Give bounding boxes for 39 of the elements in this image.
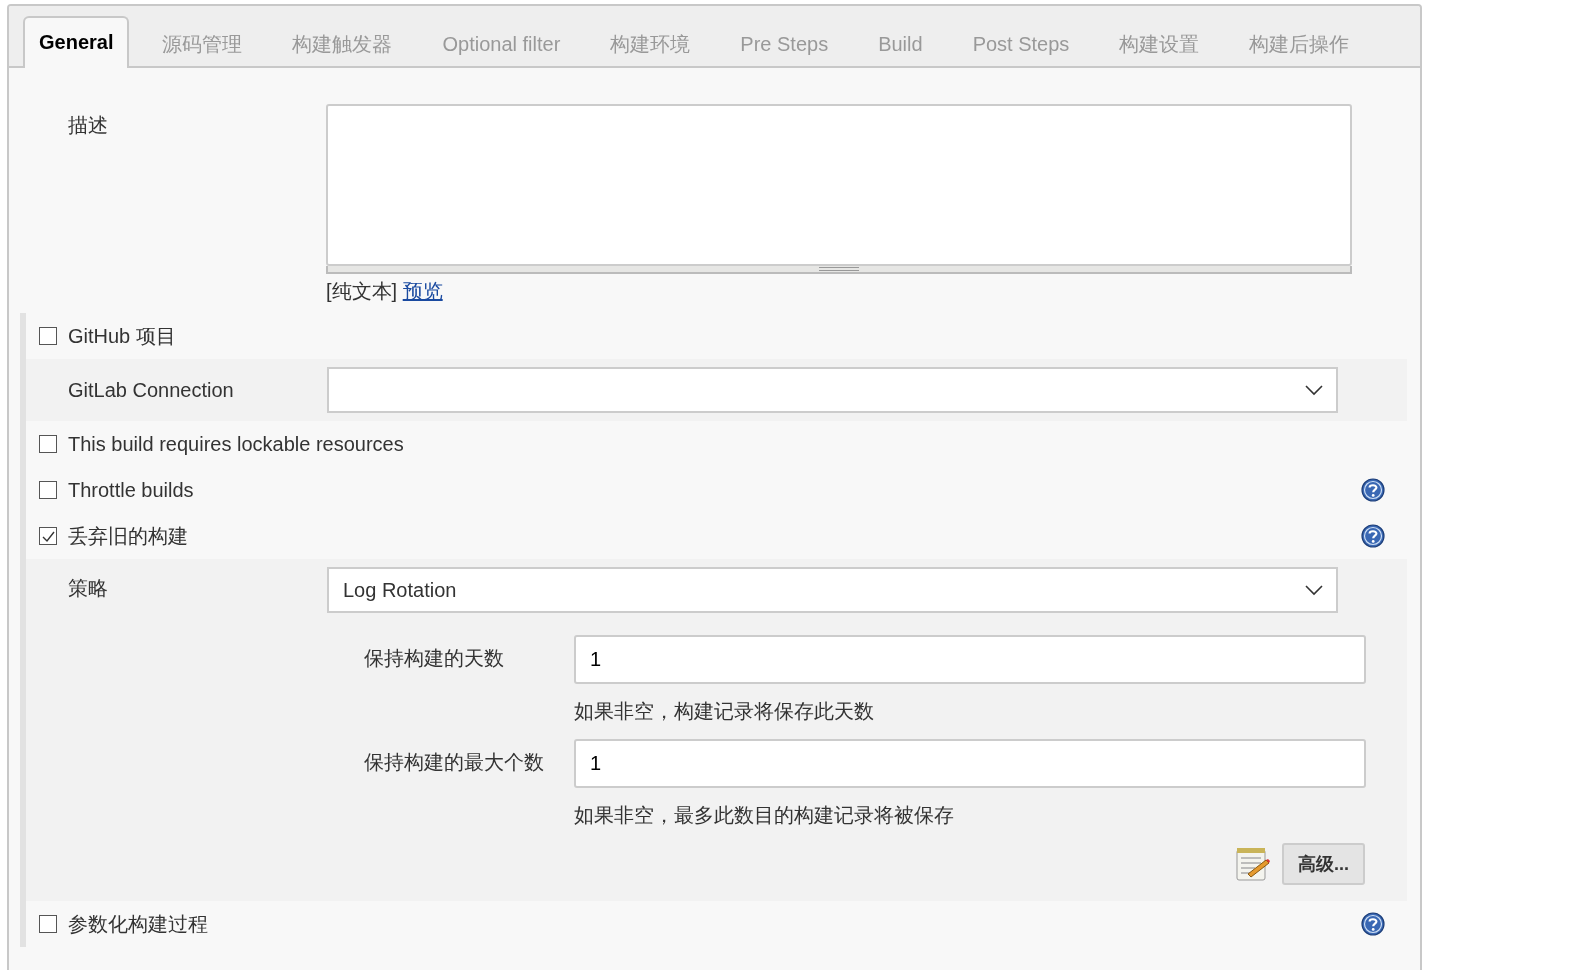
checkbox[interactable] (39, 915, 57, 933)
checkmark-icon (40, 529, 56, 543)
checkbox[interactable] (39, 327, 57, 345)
tab[interactable]: General (23, 16, 130, 68)
tab[interactable]: Build (853, 18, 948, 68)
advanced-button[interactable]: 高级... (1282, 843, 1365, 885)
checkbox-label: 丢弃旧的构建 (68, 523, 189, 549)
tab[interactable]: 构建后操作 (1224, 18, 1375, 68)
preview-link[interactable]: 预览 (402, 280, 443, 302)
strategy-select[interactable]: Log Rotation (327, 567, 1338, 613)
checkbox[interactable] (39, 435, 57, 453)
help-icon[interactable] (1361, 912, 1385, 936)
number-input[interactable]: 1 (574, 635, 1366, 684)
field-label: 描述 (67, 113, 109, 138)
field-label: 保持构建的最大个数 (363, 750, 545, 775)
tab[interactable]: Post Steps (947, 18, 1095, 68)
tab[interactable]: Optional filter (417, 18, 586, 68)
field-label: 保持构建的天数 (363, 646, 505, 671)
number-input[interactable]: 1 (574, 739, 1366, 788)
tab[interactable]: 源码管理 (137, 18, 268, 68)
markup-note: [纯文本] (326, 280, 398, 302)
checkbox[interactable] (39, 481, 57, 499)
tab[interactable]: 构建触发器 (267, 18, 418, 68)
help-icon[interactable] (1361, 478, 1385, 502)
field-label: GitLab Connection (67, 378, 235, 402)
help-icon[interactable] (1361, 524, 1385, 548)
checkbox-label: Throttle builds (68, 478, 195, 502)
tab[interactable]: 构建环境 (585, 18, 716, 68)
checkbox[interactable] (39, 527, 57, 545)
checkbox-label: This build requires lockable resources (68, 432, 405, 456)
field-label: 策略 (67, 576, 109, 601)
checkbox-label: GitHub 项目 (68, 323, 177, 349)
notepad-pencil-icon (1234, 846, 1272, 882)
tab[interactable]: 构建设置 (1094, 18, 1225, 68)
tab[interactable]: Pre Steps (715, 18, 854, 68)
resize-handle[interactable] (326, 266, 1352, 274)
checkbox-label: 参数化构建过程 (68, 911, 209, 937)
field-hint: 如果非空，构建记录将保存此天数 (574, 699, 875, 724)
field-hint: 如果非空，最多此数目的构建记录将被保存 (574, 803, 955, 828)
